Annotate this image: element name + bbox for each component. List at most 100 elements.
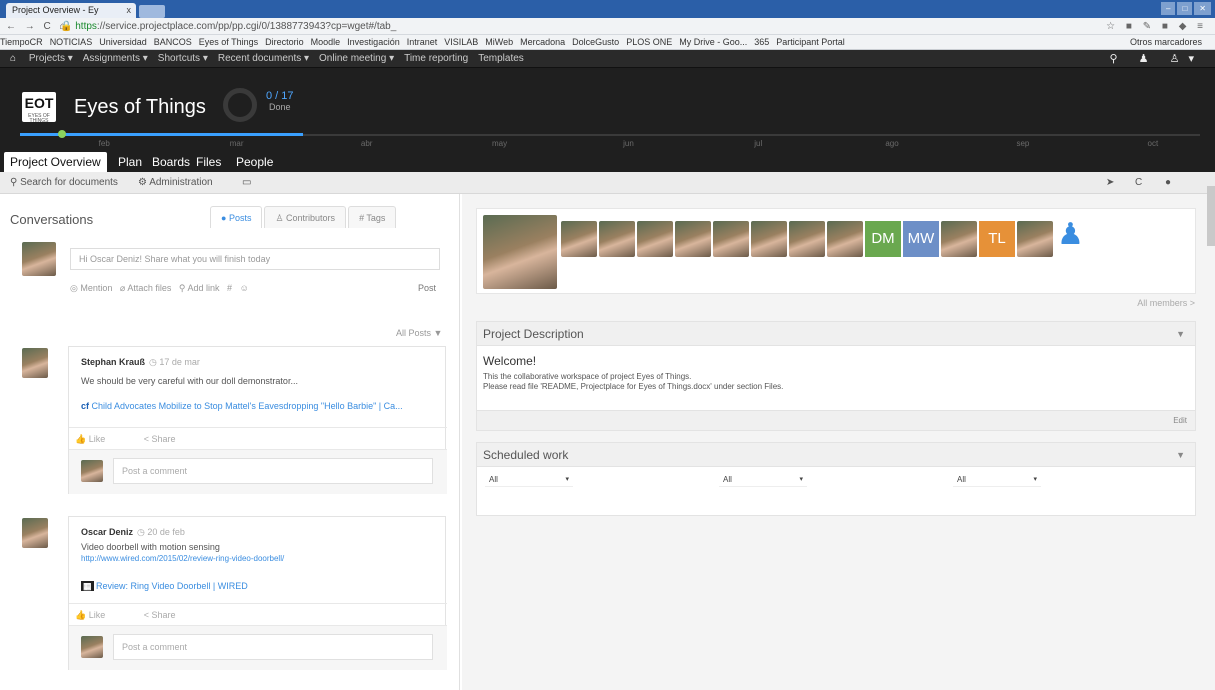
post-link[interactable]: ▦ Review: Ring Video Doorbell | WIRED — [81, 581, 248, 592]
post-button[interactable]: Post — [418, 280, 436, 296]
bookmark-item[interactable]: PLOS ONE — [626, 37, 672, 47]
scheduled-work-header[interactable]: Scheduled work ▼ — [477, 443, 1195, 467]
member-avatar[interactable] — [751, 221, 787, 257]
tab-boards[interactable]: Boards — [146, 152, 196, 172]
search-documents-link[interactable]: ⚲ Search for documents — [10, 172, 118, 194]
member-avatar[interactable] — [599, 221, 635, 257]
chevron-down-icon[interactable]: ▼ — [1176, 443, 1185, 467]
bookmark-item[interactable]: My Drive - Goo... — [679, 37, 747, 47]
add-link-button[interactable]: ⚲ Add link — [179, 283, 220, 293]
pin-icon[interactable]: ➤ — [1106, 172, 1114, 194]
comment-area: Post a comment — [69, 449, 447, 494]
tab-plan[interactable]: Plan — [112, 152, 148, 172]
member-avatar[interactable] — [637, 221, 673, 257]
comment-input[interactable]: Post a comment — [113, 458, 433, 484]
topnav-item[interactable]: Assignments ▾ — [83, 53, 148, 64]
member-initials-avatar[interactable]: TL — [979, 221, 1015, 257]
post-url[interactable]: http://www.wired.com/2015/02/review-ring… — [81, 554, 284, 563]
member-initials-avatar[interactable]: MW — [903, 221, 939, 257]
posts-filter[interactable]: All Posts ▼ — [396, 328, 442, 338]
bookmark-item[interactable]: Eyes of Things — [199, 37, 258, 47]
scheduled-filter-select[interactable]: All ▾ — [953, 473, 1041, 487]
tab-posts[interactable]: ● Posts — [210, 206, 263, 228]
member-avatar[interactable] — [941, 221, 977, 257]
member-avatar[interactable] — [1017, 221, 1053, 257]
bookmark-item[interactable]: Directorio — [265, 37, 304, 47]
user-icon[interactable]: ♙▾ — [1170, 53, 1203, 65]
timeline-month-label: may — [492, 139, 508, 148]
attach-files-button[interactable]: ⌀ Attach files — [120, 283, 171, 293]
share-button[interactable]: < Share — [144, 610, 194, 620]
scheduled-filter-select[interactable]: All ▾ — [719, 473, 807, 487]
member-initials-avatar[interactable]: DM — [865, 221, 901, 257]
bookmark-item[interactable]: Intranet — [407, 37, 438, 47]
like-button[interactable]: 👍 Like — [75, 610, 123, 620]
member-avatar[interactable] — [675, 221, 711, 257]
browser-tab[interactable]: Project Overview - Ey x — [6, 3, 136, 18]
chat-icon[interactable]: ▭ — [242, 172, 251, 194]
topnav-item[interactable]: Projects ▾ — [29, 53, 73, 64]
edit-button[interactable]: Edit — [1173, 416, 1187, 425]
conversations-title: Conversations — [10, 212, 94, 227]
member-avatar[interactable] — [561, 221, 597, 257]
search-icon[interactable]: ⚲ — [1110, 53, 1127, 65]
close-window-icon[interactable]: ✕ — [1194, 2, 1211, 15]
bookmark-item[interactable]: Universidad — [99, 37, 147, 47]
bookmark-item[interactable]: NOTICIAS — [50, 37, 93, 47]
featured-member-avatar[interactable] — [483, 215, 557, 289]
administration-link[interactable]: ⚙ Administration — [138, 172, 213, 194]
post-link[interactable]: cf Child Advocates Mobilize to Stop Matt… — [81, 401, 403, 411]
tab-contributors[interactable]: ♙ Contributors — [264, 206, 347, 228]
page-scrollbar[interactable] — [1207, 186, 1215, 246]
member-avatar[interactable] — [827, 221, 863, 257]
tab-project-overview[interactable]: Project Overview — [4, 152, 107, 172]
topnav-item[interactable]: Time reporting — [404, 53, 468, 64]
settings-icon[interactable]: ● — [1165, 172, 1171, 194]
chevron-down-icon[interactable]: ▼ — [1176, 322, 1185, 346]
tab-people[interactable]: People — [230, 152, 279, 172]
mention-button[interactable]: ◎ Mention — [70, 283, 112, 293]
tab-files[interactable]: Files — [190, 152, 227, 172]
emoji-button[interactable]: ☺ — [240, 283, 249, 293]
scheduled-filter-select[interactable]: All ▾ — [485, 473, 573, 487]
post-author: Oscar Deniz ◷ 20 de feb — [81, 527, 185, 538]
bookmark-item[interactable]: VISILAB — [444, 37, 478, 47]
post-composer-input[interactable]: Hi Oscar Deniz! Share what you will fini… — [70, 248, 440, 270]
topnav-item[interactable]: Online meeting ▾ — [319, 53, 394, 64]
bookmark-item[interactable]: DolceGusto — [572, 37, 619, 47]
minimize-icon[interactable]: – — [1161, 2, 1176, 15]
hashtag-button[interactable]: # — [227, 283, 232, 293]
all-members-link[interactable]: All members > — [1137, 298, 1195, 308]
add-member-icon[interactable]: ♟ — [1057, 217, 1084, 252]
maximize-icon[interactable]: □ — [1177, 2, 1193, 15]
topnav-item[interactable]: Recent documents ▾ — [218, 53, 309, 64]
conversations-panel: Conversations ● Posts ♙ Contributors # T… — [0, 194, 460, 690]
bookmark-item[interactable]: Participant Portal — [776, 37, 845, 47]
bookmark-item[interactable]: BANCOS — [154, 37, 192, 47]
bookmark-item[interactable]: TiempoCR — [0, 37, 43, 47]
topnav-item[interactable]: Templates — [478, 53, 524, 64]
url-field[interactable]: 🔒 https://service.projectplace.com/pp/pp… — [60, 18, 396, 35]
other-bookmarks-folder[interactable]: Otros marcadores — [1129, 35, 1202, 49]
post-author-name: Stephan Krauß — [81, 357, 146, 367]
project-description-header[interactable]: Project Description ▼ — [477, 322, 1195, 346]
timeline-month-label: mar — [229, 139, 244, 148]
close-tab-icon[interactable]: x — [127, 3, 132, 18]
bookmark-item[interactable]: Investigación — [347, 37, 400, 47]
notification-icon[interactable]: ♟ — [1139, 53, 1158, 65]
bookmark-item[interactable]: 365 — [754, 37, 769, 47]
topnav-item[interactable]: Shortcuts ▾ — [158, 53, 208, 64]
member-avatar[interactable] — [713, 221, 749, 257]
like-button[interactable]: 👍 Like — [75, 434, 123, 444]
refresh-icon[interactable]: C — [1135, 172, 1142, 194]
member-avatar[interactable] — [789, 221, 825, 257]
comment-input[interactable]: Post a comment — [113, 634, 433, 660]
bookmark-item[interactable]: MiWeb — [485, 37, 513, 47]
tab-tags[interactable]: # Tags — [348, 206, 397, 228]
bookmark-item[interactable]: Moodle — [311, 37, 341, 47]
home-icon[interactable]: ⌂ — [10, 53, 16, 64]
bookmark-item[interactable]: Mercadona — [520, 37, 565, 47]
new-tab-button[interactable] — [139, 5, 165, 18]
share-button[interactable]: < Share — [144, 434, 194, 444]
extension-icons[interactable]: ☆ ■ ✎ ■ ◆ ≡ — [1106, 18, 1207, 35]
